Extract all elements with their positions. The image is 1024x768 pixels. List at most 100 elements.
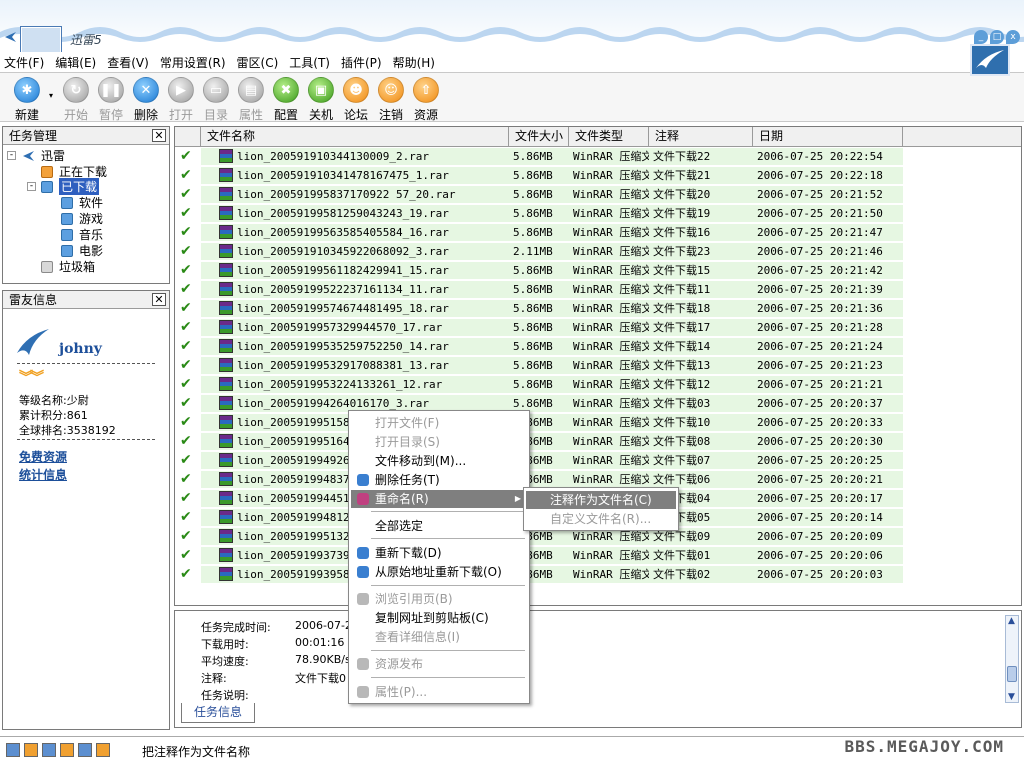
maximize-icon[interactable]: □ [990, 30, 1004, 44]
tree-item-music[interactable]: 音乐 [61, 226, 103, 243]
task-panel-close-icon[interactable]: ✕ [152, 129, 166, 142]
menu-help[interactable]: 帮助(H) [393, 54, 435, 71]
column-date[interactable]: 日期 [753, 127, 903, 146]
toolbar: ✱ 新建 ▾ ↻ 开始 ❚❚ 暂停 ✕ 删除 ▶ 打开 ▭ 目录 ▤ 属性 ✖ 配置 ▣ 关机 ☻… [0, 72, 1024, 122]
delete-button[interactable]: ✕ 删除 [133, 73, 159, 123]
status-info-icon[interactable] [42, 743, 56, 757]
cell-note: 文件下载07 [653, 454, 711, 467]
collapse-icon[interactable]: - [27, 182, 36, 191]
check-icon: ✔ [180, 433, 192, 449]
table-row[interactable]: ✔lion_200591995164585.86MBWinRAR 压缩文件文件下… [175, 432, 1021, 451]
menu-open-dir[interactable]: 打开目录(S) [351, 433, 527, 451]
menu-view-detail[interactable]: 查看详细信息(I) [351, 628, 527, 646]
column-type[interactable]: 文件类型 [569, 127, 649, 146]
status-grid-icon[interactable] [24, 743, 38, 757]
menu-plugins[interactable]: 插件(P) [341, 54, 382, 71]
table-row[interactable]: ✔lion_200591993739665.86MBWinRAR 压缩文件文件下… [175, 546, 1021, 565]
menu-custom-name[interactable]: 自定义文件名(R)... [526, 510, 676, 528]
open-button[interactable]: ▶ 打开 [168, 73, 194, 123]
scroll-down-icon[interactable]: ▼ [1008, 692, 1015, 702]
table-row[interactable]: ✔ lion_200591994264016170_3.rar 5.86MB WinR… [175, 394, 1021, 413]
menu-settings[interactable]: 常用设置(R) [160, 54, 226, 71]
tree-item-movies[interactable]: 电影 [61, 242, 103, 259]
status-window-icon[interactable] [78, 743, 92, 757]
cell-note: 文件下载15 [653, 264, 711, 277]
back-arrow-icon[interactable] [2, 30, 18, 44]
menu-select-all[interactable]: 全部选定 [351, 517, 527, 535]
menu-browse-ref[interactable]: 浏览引用页(B) [351, 590, 527, 608]
logout-button[interactable]: ☺ 注销 [378, 73, 404, 123]
cell-date: 2006-07-25 20:20:17 [757, 492, 883, 505]
menu-separator [371, 677, 525, 678]
scroll-thumb[interactable] [1007, 666, 1017, 682]
menu-redownload-source[interactable]: 从原始地址重新下载(O) [351, 563, 527, 581]
folder-button[interactable]: ▭ 目录 [203, 73, 229, 123]
new-dropdown-icon[interactable]: ▾ [49, 73, 57, 100]
scroll-up-icon[interactable]: ▲ [1008, 616, 1015, 626]
menu-publish[interactable]: 资源发布 [351, 655, 527, 673]
start-button[interactable]: ↻ 开始 [63, 73, 89, 123]
column-size[interactable]: 文件大小 [509, 127, 569, 146]
table-row[interactable]: ✔ lion_200591910344130009_2.rar 5.86MB WinR… [175, 147, 1021, 166]
table-row[interactable]: ✔ lion_20059199522237161134_11.rar 5.86MB W… [175, 280, 1021, 299]
table-row[interactable]: ✔ lion_200591910345922068092_3.rar 2.11MB W… [175, 242, 1021, 261]
menu-properties[interactable]: 属性(P)... [351, 683, 527, 701]
table-row[interactable]: ✔ lion_2005919953224133261_12.rar 5.86MB Wi… [175, 375, 1021, 394]
pause-button[interactable]: ❚❚ 暂停 [98, 73, 124, 123]
table-row[interactable]: ✔ lion_20059199581259043243_19.rar 5.86MB W… [175, 204, 1021, 223]
table-row[interactable]: ✔ lion_20059199563585405584_16.rar 5.86MB W… [175, 223, 1021, 242]
menu-tools[interactable]: 工具(T) [289, 54, 330, 71]
status-bars-icon[interactable] [96, 743, 110, 757]
collapse-icon[interactable]: - [7, 151, 16, 160]
table-row[interactable]: ✔ lion_20059199561182429941_15.rar 5.86MB W… [175, 261, 1021, 280]
tree-item-trash[interactable]: 垃圾箱 [41, 258, 95, 275]
menu-file[interactable]: 文件(F) [4, 54, 44, 71]
column-check[interactable] [175, 127, 201, 146]
menu-edit[interactable]: 编辑(E) [55, 54, 96, 71]
table-row[interactable]: ✔lion_200591994926155.86MBWinRAR 压缩文件文件下… [175, 451, 1021, 470]
table-row[interactable]: ✔ lion_2005919957329944570_17.rar 5.86MB Wi… [175, 318, 1021, 337]
cell-date: 2006-07-25 20:20:21 [757, 473, 883, 486]
cell-size: 2.11MB [513, 245, 553, 258]
properties-button[interactable]: ▤ 属性 [238, 73, 264, 123]
menu-separator [371, 585, 525, 586]
minimize-icon[interactable]: _ [974, 30, 988, 44]
detail-scrollbar[interactable]: ▲ ▼ [1005, 615, 1019, 703]
stats-link[interactable]: 统计信息 [19, 466, 67, 483]
table-row[interactable]: ✔lion_200591993958905.86MBWinRAR 压缩文件文件下… [175, 565, 1021, 584]
tree-item-software[interactable]: 软件 [61, 194, 103, 211]
status-r-icon[interactable] [6, 743, 20, 757]
tree-item-root[interactable]: 迅雷 [21, 147, 65, 164]
table-row[interactable]: ✔ lion_200591910341478167475_1.rar 5.86MB W… [175, 166, 1021, 185]
menu-open-file[interactable]: 打开文件(F) [351, 414, 527, 432]
shutdown-button[interactable]: ▣ 关机 [308, 73, 334, 123]
menu-copy-url[interactable]: 复制网址到剪贴板(C) [351, 609, 527, 627]
table-row[interactable]: ✔ lion_20059199574674481495_18.rar 5.86MB W… [175, 299, 1021, 318]
tree-item-games[interactable]: 游戏 [61, 210, 103, 227]
column-note[interactable]: 注释 [649, 127, 753, 146]
resources-button[interactable]: ⇧ 资源 [413, 73, 439, 123]
user-info-close-icon[interactable]: ✕ [152, 293, 166, 306]
menu-zone[interactable]: 雷区(C) [237, 54, 279, 71]
menu-delete-task[interactable]: 删除任务(T) [351, 471, 527, 489]
table-row[interactable]: ✔ lion_20059199535259752250_14.rar 5.86MB W… [175, 337, 1021, 356]
menu-note-as-name[interactable]: 注释作为文件名(C) [526, 491, 676, 509]
table-row[interactable]: ✔ lion_200591995837170922 57_20.rar 5.86MB… [175, 185, 1021, 204]
tree-item-downloaded[interactable]: 已下载 [41, 178, 100, 195]
menu-redownload[interactable]: 重新下载(D) [351, 544, 527, 562]
check-icon: ✔ [180, 338, 192, 354]
column-name[interactable]: 文件名称 [201, 127, 509, 146]
config-button[interactable]: ✖ 配置 [273, 73, 299, 123]
close-icon[interactable]: x [1006, 30, 1020, 44]
new-button[interactable]: ✱ 新建 [14, 73, 40, 123]
forum-button[interactable]: ☻ 论坛 [343, 73, 369, 123]
menu-move-to[interactable]: 文件移动到(M)... [351, 452, 527, 470]
table-row[interactable]: ✔lion_200591995158365.86MBWinRAR 压缩文件文件下… [175, 413, 1021, 432]
cell-date: 2006-07-25 20:20:09 [757, 530, 883, 543]
tab-task-info[interactable]: 任务信息 [181, 703, 255, 723]
menu-view[interactable]: 查看(V) [107, 54, 149, 71]
menu-rename[interactable]: 重命名(R) ▶ [351, 490, 527, 508]
table-row[interactable]: ✔ lion_20059199532917088381_13.rar 5.86MB W… [175, 356, 1021, 375]
status-chat-icon[interactable] [60, 743, 74, 757]
free-resources-link[interactable]: 免费资源 [19, 448, 67, 465]
